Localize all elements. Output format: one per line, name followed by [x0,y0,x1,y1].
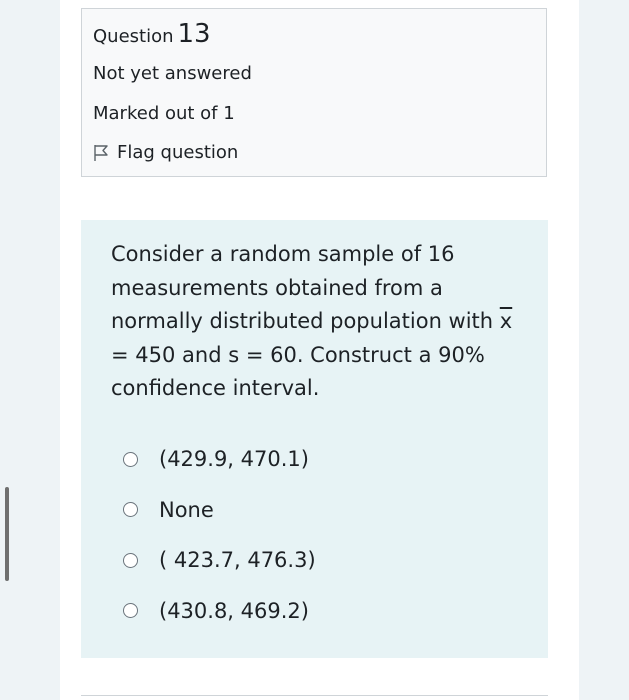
radio-button[interactable] [123,552,138,568]
flag-question-button[interactable]: Flag question [93,142,238,163]
answer-label: (429.9, 470.1) [159,447,309,472]
x-bar-symbol: x [499,309,513,333]
answer-option[interactable]: None [123,485,316,536]
answer-options: (429.9, 470.1) None ( 423.7, 476.3) (430… [123,434,316,636]
question-label: Question [93,26,174,47]
question-text-part1: Consider a random sample of 16 measureme… [111,242,500,333]
answer-option[interactable]: (430.8, 469.2) [123,586,316,637]
question-state: Not yet answered [93,63,252,84]
scrollbar-thumb[interactable] [5,487,9,581]
question-info-panel: Question 13 Not yet answered Marked out o… [81,8,547,177]
radio-button[interactable] [123,502,138,518]
answer-option[interactable]: (429.9, 470.1) [123,434,316,485]
question-text-part2: = 450 and s = 60. Construct a 90% confid… [111,342,485,401]
flag-icon [94,144,108,161]
radio-button[interactable] [123,603,138,619]
question-text: Consider a random sample of 16 measureme… [111,238,521,406]
question-content: Consider a random sample of 16 measureme… [81,220,548,658]
answer-label: (430.8, 469.2) [159,598,309,623]
flag-question-label: Flag question [117,142,239,163]
radio-button[interactable] [123,451,138,467]
divider [81,695,548,696]
answer-label: None [159,497,214,522]
answer-label: ( 423.7, 476.3) [159,548,316,573]
question-heading: Question 13 [93,19,211,49]
question-number: 13 [177,19,211,49]
answer-option[interactable]: ( 423.7, 476.3) [123,535,316,586]
question-grade: Marked out of 1 [93,103,235,124]
